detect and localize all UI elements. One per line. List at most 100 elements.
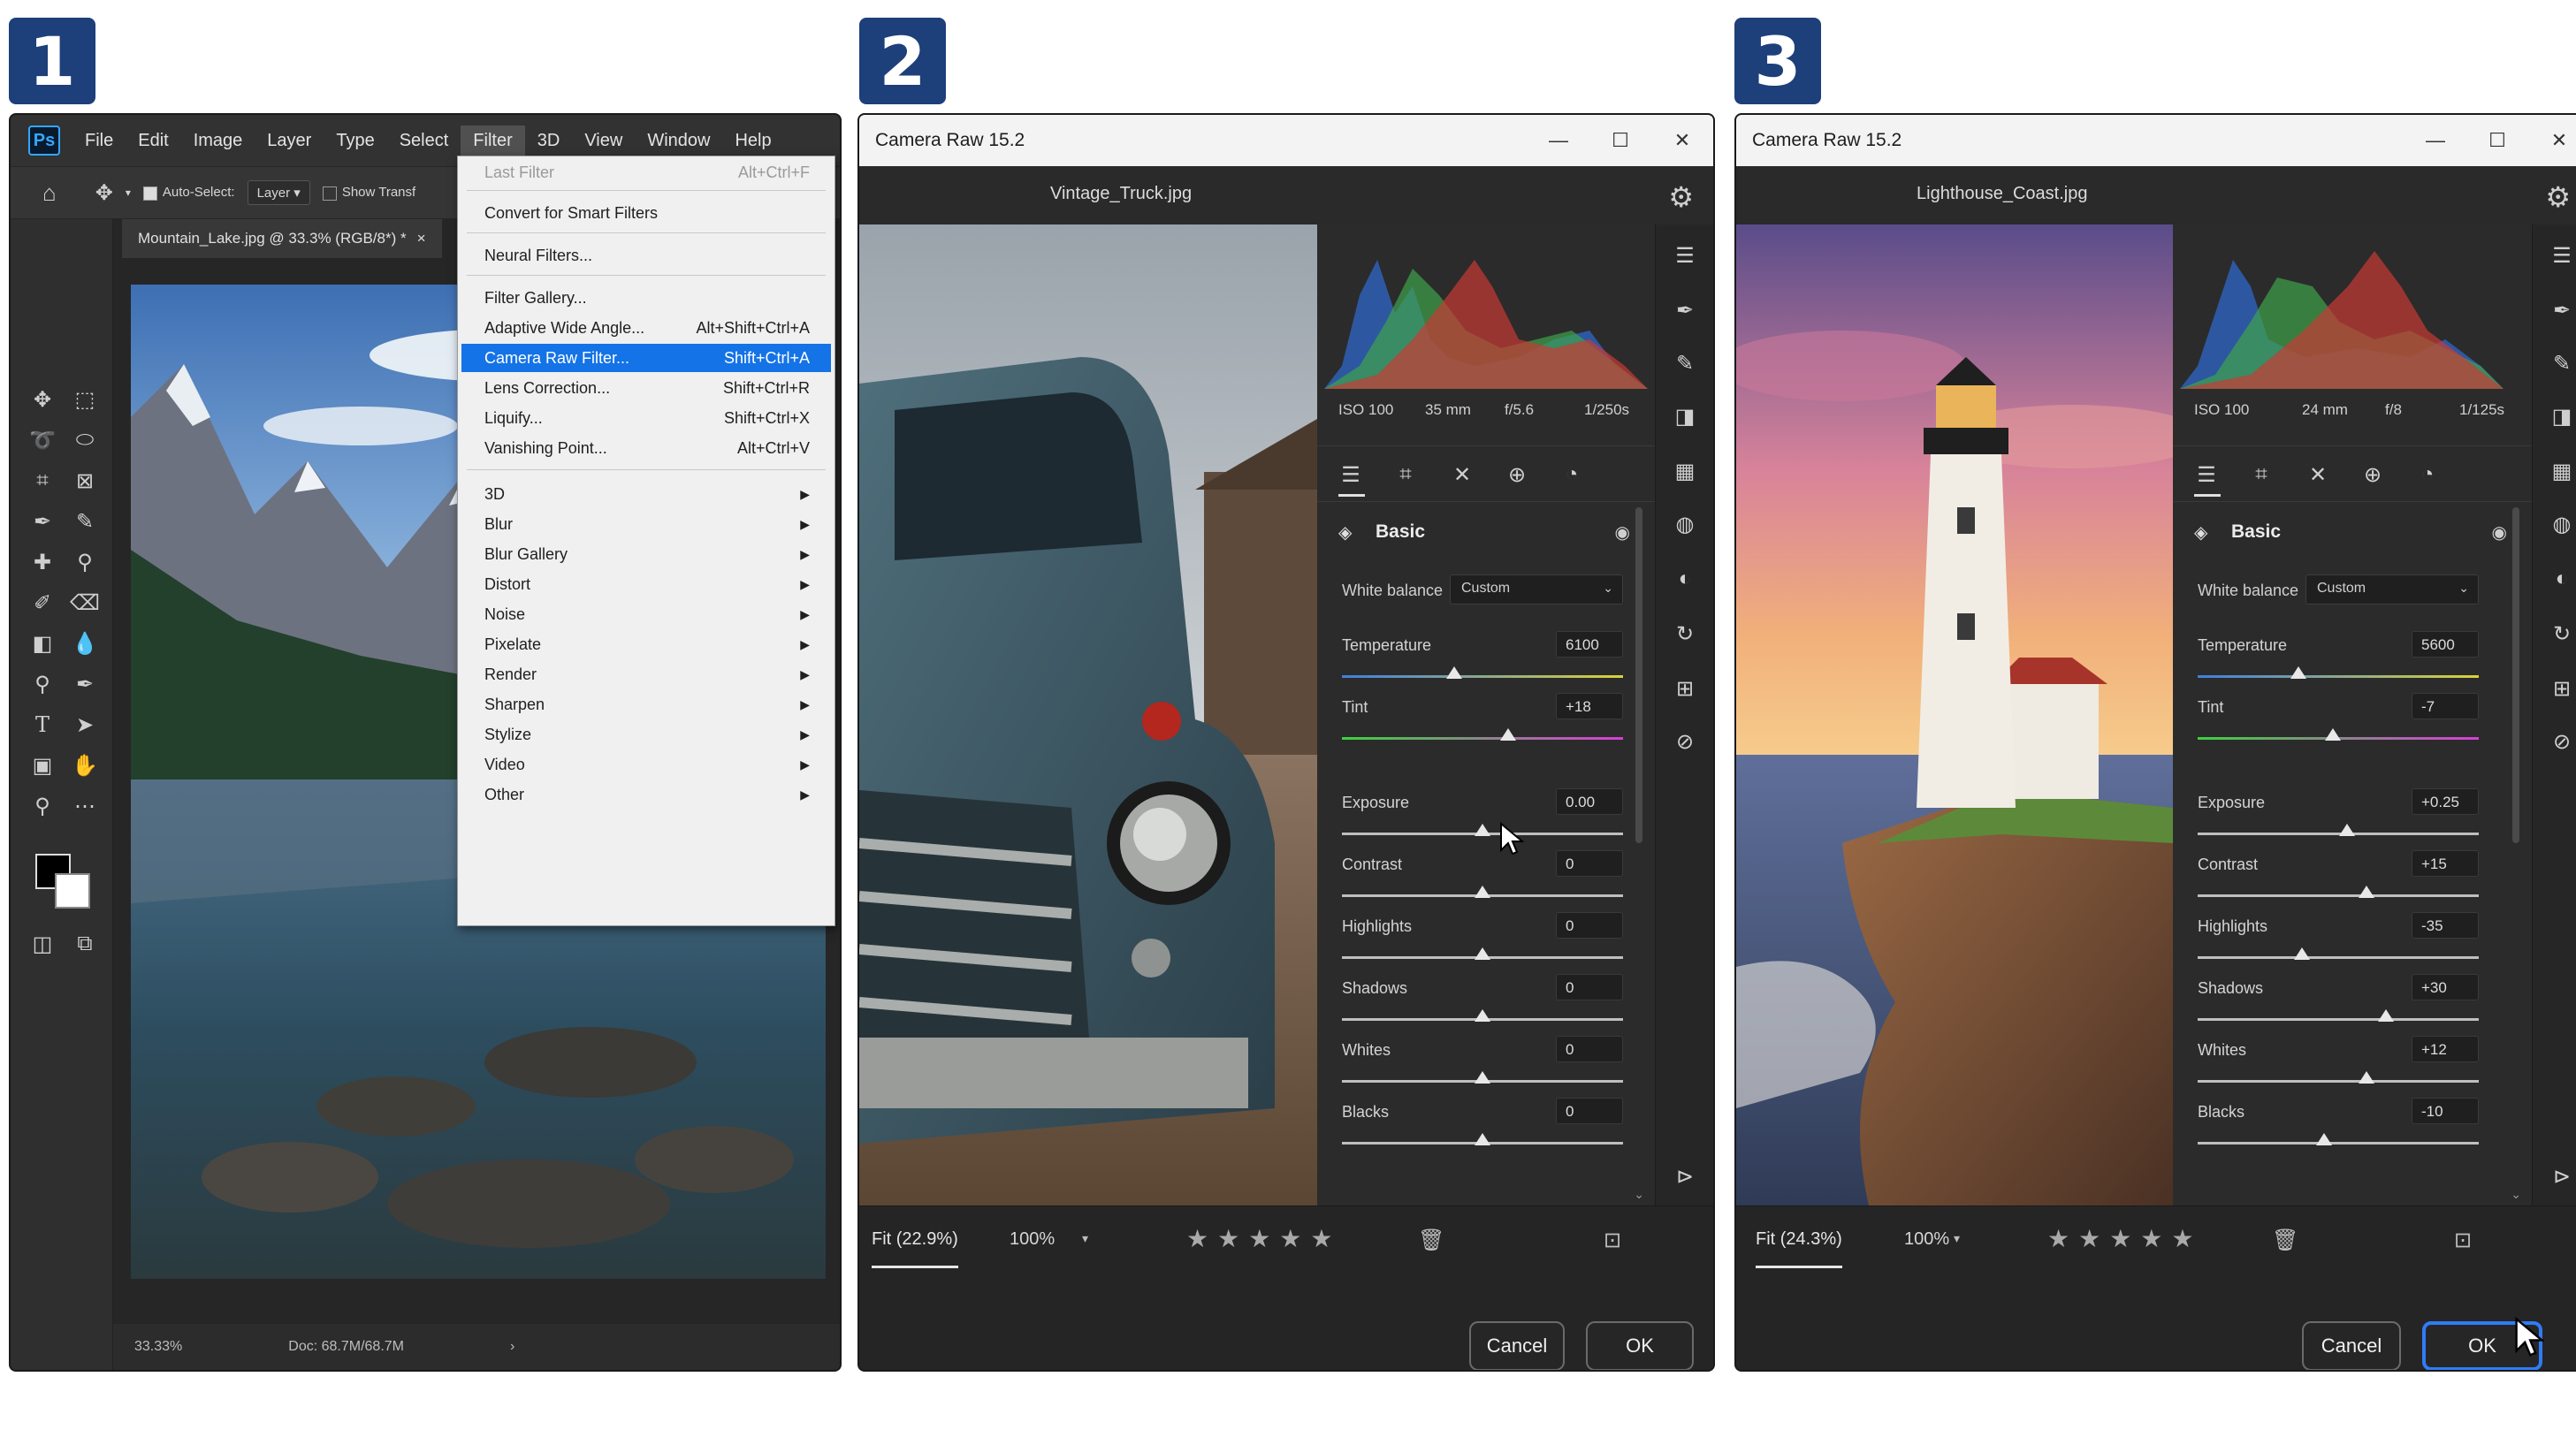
menu-item-pixelate[interactable]: Pixelate ▶	[461, 630, 831, 658]
frame-icon[interactable]: ⊠	[67, 463, 103, 498]
blur-icon[interactable]: 💧	[67, 626, 103, 661]
menu-item-last-filter[interactable]: Last Filter Alt+Ctrl+F	[461, 158, 831, 186]
stamp-icon[interactable]: ⚲	[67, 544, 103, 580]
minimize-icon[interactable]: —	[2405, 115, 2466, 166]
menu-item-render[interactable]: Render ▶	[461, 660, 831, 688]
eye-icon[interactable]: ◉	[1615, 521, 1630, 544]
menu-item-neural-filters[interactable]: Neural Filters...	[461, 241, 831, 270]
tint-slider-thumb[interactable]	[2324, 728, 2341, 741]
highlights-slider-thumb[interactable]	[2293, 947, 2310, 960]
menu-help[interactable]: Help	[722, 125, 783, 156]
shadows-slider-thumb[interactable]	[1475, 1009, 1490, 1022]
exposure-value-field[interactable]: +0.25	[2412, 788, 2479, 815]
edit-sliders-icon[interactable]: ☰	[2191, 459, 2222, 491]
trash-icon[interactable]: 🗑	[2272, 1228, 2298, 1253]
heal-icon[interactable]: ✕	[1446, 459, 1478, 491]
slider-contrast[interactable]: Contrast +15	[2173, 850, 2532, 910]
gradient-icon[interactable]: ◧	[25, 626, 60, 661]
edit-sliders-icon[interactable]: ☰	[1335, 459, 1367, 491]
scroll-down-icon[interactable]: ⌄	[2511, 1187, 2521, 1202]
menu-window[interactable]: Window	[635, 125, 722, 156]
minimize-icon[interactable]: —	[1528, 115, 1589, 166]
slider-shadows[interactable]: Shadows 0	[1317, 974, 1655, 1034]
fit-zoom-button[interactable]: Fit (22.9%)	[872, 1229, 958, 1268]
before-after-icon[interactable]: ◨	[1670, 401, 1700, 431]
menu-item-liquify[interactable]: Liquify... Shift+Ctrl+X	[461, 404, 831, 432]
star-rating[interactable]: ★★★★★	[2047, 1224, 2203, 1253]
show-transform-checkbox[interactable]: Show Transf	[322, 185, 415, 201]
blacks-slider-thumb[interactable]	[1475, 1133, 1490, 1145]
slider-tint[interactable]: Tint -7	[2173, 693, 2532, 753]
redeye-icon[interactable]: ◔	[2412, 459, 2443, 491]
chevron-down-icon[interactable]: ▾	[1954, 1231, 1960, 1246]
pen-icon[interactable]: ✒	[67, 666, 103, 702]
menu-item-distort[interactable]: Distort ▶	[461, 570, 831, 598]
menu-item-camera-raw-filter[interactable]: Camera Raw Filter... Shift+Ctrl+A	[461, 344, 831, 372]
menu-item-filter-gallery[interactable]: Filter Gallery...	[461, 284, 831, 312]
maximize-icon[interactable]: ☐	[1589, 115, 1651, 166]
shadows-slider-thumb[interactable]	[2378, 1009, 2395, 1022]
slider-exposure[interactable]: Exposure 0.00	[1317, 788, 1655, 848]
temperature-slider-thumb[interactable]	[1446, 666, 1463, 679]
presets-icon[interactable]: ◍	[2547, 509, 2576, 539]
tint-value-field[interactable]: +18	[1556, 693, 1623, 719]
chevron-down-icon[interactable]: ▾	[1082, 1231, 1088, 1246]
crop-icon[interactable]: ⌗	[1390, 459, 1421, 491]
contrast-value-field[interactable]: 0	[1556, 850, 1623, 877]
expand-panel-icon[interactable]: ⊳	[1670, 1161, 1700, 1191]
menu-image[interactable]: Image	[181, 125, 255, 156]
blacks-slider-thumb[interactable]	[2316, 1133, 2333, 1145]
menu-item-lens-correction[interactable]: Lens Correction... Shift+Ctrl+R	[461, 374, 831, 402]
scroll-down-icon[interactable]: ⌄	[1634, 1187, 1644, 1202]
panel-scrollbar[interactable]	[1635, 507, 1642, 843]
menu-filter[interactable]: Filter	[461, 125, 525, 156]
menu-item-other[interactable]: Other ▶	[461, 780, 831, 809]
background-color-swatch[interactable]	[55, 873, 90, 909]
close-icon[interactable]: ✕	[2528, 115, 2576, 166]
link-icon[interactable]: ⊘	[1670, 726, 1700, 757]
menu-item-stylize[interactable]: Stylize ▶	[461, 720, 831, 749]
slider-highlights[interactable]: Highlights 0	[1317, 912, 1655, 972]
eyedropper-icon[interactable]: ✒	[25, 504, 60, 539]
mask-icon[interactable]: ⊕	[2357, 459, 2389, 491]
exposure-slider-thumb[interactable]	[1475, 824, 1490, 836]
healing-icon[interactable]: ✚	[25, 544, 60, 580]
temperature-slider-thumb[interactable]	[2290, 666, 2307, 679]
marquee-icon[interactable]: ⬚	[67, 382, 103, 417]
slider-temperature[interactable]: Temperature 5600	[2173, 631, 2532, 691]
expand-panel-icon[interactable]: ⊳	[2547, 1161, 2576, 1191]
highlights-value-field[interactable]: -35	[2412, 912, 2479, 939]
panel-scrollbar[interactable]	[2512, 507, 2519, 843]
contrast-slider-track[interactable]	[2198, 894, 2479, 897]
menu-item-convert-smart-filters[interactable]: Convert for Smart Filters	[461, 199, 831, 227]
chevron-down-icon[interactable]: ▾	[126, 186, 131, 199]
heal-icon[interactable]: ✕	[2302, 459, 2334, 491]
contrast-value-field[interactable]: +15	[2412, 850, 2479, 877]
rotate-icon[interactable]: ↻	[1670, 619, 1700, 649]
slider-contrast[interactable]: Contrast 0	[1317, 850, 1655, 910]
auto-select-target-select[interactable]: Layer ▾	[247, 180, 310, 205]
slider-blacks[interactable]: Blacks 0	[1317, 1098, 1655, 1158]
menu-view[interactable]: View	[572, 125, 635, 156]
home-icon[interactable]: ⌂	[42, 179, 57, 207]
menu-item-blur[interactable]: Blur ▶	[461, 510, 831, 538]
brush-icon[interactable]: ✎	[67, 504, 103, 539]
menu-select[interactable]: Select	[387, 125, 461, 156]
edit-icon[interactable]: ☰	[1670, 240, 1700, 270]
highlights-value-field[interactable]: 0	[1556, 912, 1623, 939]
menu-layer[interactable]: Layer	[255, 125, 324, 156]
close-icon[interactable]: ✕	[1651, 115, 1713, 166]
quick-mask-icon[interactable]: ◫	[25, 926, 60, 962]
brush-icon[interactable]: ✎	[1670, 348, 1700, 378]
mask-icon[interactable]: ⊕	[1501, 459, 1533, 491]
blacks-value-field[interactable]: -10	[2412, 1098, 2479, 1124]
gear-icon[interactable]: ⚙	[2545, 180, 2571, 214]
highlights-slider-thumb[interactable]	[1475, 947, 1490, 960]
tint-slider-track[interactable]	[1342, 737, 1623, 740]
save-snapshot-icon[interactable]: ⊡	[1604, 1228, 1621, 1253]
highlights-slider-track[interactable]	[2198, 956, 2479, 959]
gear-icon[interactable]: ⚙	[1668, 180, 1694, 214]
menu-file[interactable]: File	[72, 125, 126, 156]
auto-select-checkbox[interactable]: Auto-Select:	[142, 185, 235, 201]
whites-slider-thumb[interactable]	[2358, 1071, 2374, 1084]
